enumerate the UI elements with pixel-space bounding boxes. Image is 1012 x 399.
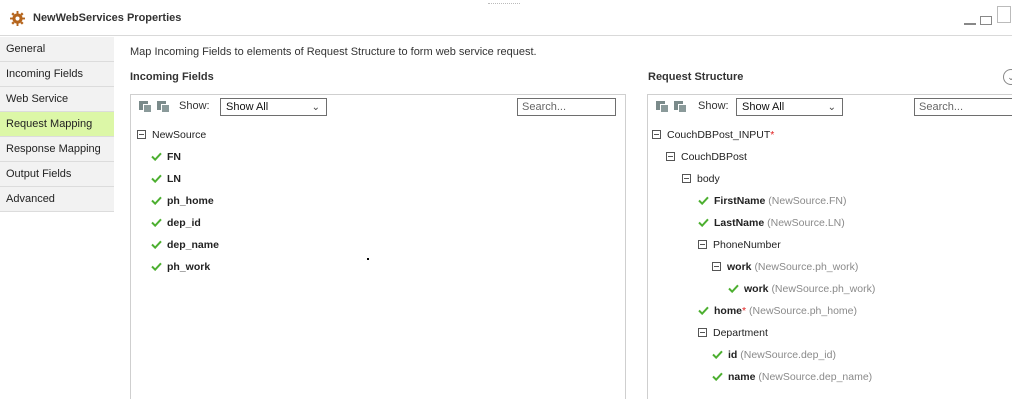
check-icon	[151, 218, 162, 227]
check-icon	[151, 152, 162, 161]
field-ln[interactable]: LN	[151, 170, 181, 188]
tree-node-couchdbpost-input[interactable]: CouchDBPost_INPUT*	[652, 126, 774, 144]
show-filter-select[interactable]: Show All ⌄	[736, 98, 843, 116]
collapse-all-icon[interactable]	[674, 101, 687, 113]
field-ph-work[interactable]: ph_work	[151, 258, 210, 276]
sidebar-item-advanced[interactable]: Advanced	[0, 187, 114, 212]
check-icon	[712, 372, 723, 381]
check-icon	[151, 240, 162, 249]
title-bar: NewWebServices Properties	[0, 0, 1012, 36]
collapse-icon[interactable]	[712, 262, 721, 271]
expand-all-icon[interactable]	[139, 101, 152, 113]
tree-node-newsource[interactable]: NewSource	[137, 126, 206, 144]
field-dep-name[interactable]: dep_name	[151, 236, 219, 254]
show-label: Show:	[698, 100, 729, 112]
chevron-down-icon: ⌄	[311, 102, 320, 113]
show-filter-value: Show All	[742, 101, 785, 113]
maximize-button[interactable]	[997, 6, 1011, 23]
collapse-icon[interactable]	[698, 328, 707, 337]
tree-leaf-firstname[interactable]: FirstName (NewSource.FN)	[698, 192, 846, 210]
window-title: NewWebServices Properties	[33, 12, 182, 24]
check-icon	[712, 350, 723, 359]
incoming-toolbar: Show: Show All ⌄ Search...	[131, 95, 625, 123]
check-icon	[698, 196, 709, 205]
incoming-fields-panel: Show: Show All ⌄ Search... NewSource FN …	[130, 94, 626, 399]
request-structure-title: Request Structure	[648, 71, 744, 83]
search-input[interactable]: Search...	[517, 98, 616, 116]
check-icon	[728, 284, 739, 293]
collapse-icon[interactable]	[652, 130, 661, 139]
tree-node-department[interactable]: Department	[698, 324, 768, 342]
drag-handle[interactable]	[488, 3, 520, 6]
tree-node-body[interactable]: body	[682, 170, 720, 188]
sidebar-item-response-mapping[interactable]: Response Mapping	[0, 137, 114, 162]
show-label: Show:	[179, 100, 210, 112]
tree-node-work[interactable]: work (NewSource.ph_work)	[712, 258, 858, 276]
field-fn[interactable]: FN	[151, 148, 181, 166]
check-icon	[151, 174, 162, 183]
field-dep-id[interactable]: dep_id	[151, 214, 201, 232]
sidebar-item-web-service[interactable]: Web Service	[0, 87, 114, 112]
tree-node-couchdbpost[interactable]: CouchDBPost	[666, 148, 747, 166]
stray-dot	[367, 258, 369, 260]
sidebar-item-request-mapping[interactable]: Request Mapping	[0, 112, 114, 137]
tree-leaf-work[interactable]: work (NewSource.ph_work)	[728, 280, 875, 298]
expand-all-icon[interactable]	[656, 101, 669, 113]
check-icon	[698, 306, 709, 315]
sidebar-item-incoming-fields[interactable]: Incoming Fields	[0, 62, 114, 87]
sidebar-item-general[interactable]: General	[0, 37, 114, 62]
chevron-down-icon: ⌄	[827, 102, 836, 113]
collapse-icon[interactable]	[698, 240, 707, 249]
gear-icon	[10, 11, 25, 26]
sidebar: General Incoming Fields Web Service Requ…	[0, 37, 114, 399]
chevron-down-icon[interactable]: ⌄	[1003, 69, 1012, 85]
show-filter-value: Show All	[226, 101, 269, 113]
tree-leaf-id[interactable]: id (NewSource.dep_id)	[712, 346, 836, 364]
check-icon	[151, 196, 162, 205]
mapping-description: Map Incoming Fields to elements of Reque…	[130, 46, 537, 58]
incoming-fields-title: Incoming Fields	[130, 71, 214, 83]
request-toolbar: Show: Show All ⌄ Search...	[648, 95, 1012, 123]
check-icon	[151, 262, 162, 271]
check-icon	[698, 218, 709, 227]
show-filter-select[interactable]: Show All ⌄	[220, 98, 327, 116]
tree-leaf-home[interactable]: home* (NewSource.ph_home)	[698, 302, 857, 320]
sidebar-item-output-fields[interactable]: Output Fields	[0, 162, 114, 187]
search-input[interactable]: Search...	[914, 98, 1012, 116]
collapse-icon[interactable]	[666, 152, 675, 161]
restore-button[interactable]	[980, 16, 992, 25]
minimize-button[interactable]	[964, 23, 976, 25]
collapse-icon[interactable]	[137, 130, 146, 139]
tree-leaf-name[interactable]: name (NewSource.dep_name)	[712, 368, 872, 386]
collapse-icon[interactable]	[682, 174, 691, 183]
tree-leaf-lastname[interactable]: LastName (NewSource.LN)	[698, 214, 845, 232]
field-ph-home[interactable]: ph_home	[151, 192, 214, 210]
collapse-all-icon[interactable]	[157, 101, 170, 113]
request-structure-panel: Show: Show All ⌄ Search... CouchDBPost_I…	[647, 94, 1012, 399]
tree-node-phonenumber[interactable]: PhoneNumber	[698, 236, 781, 254]
